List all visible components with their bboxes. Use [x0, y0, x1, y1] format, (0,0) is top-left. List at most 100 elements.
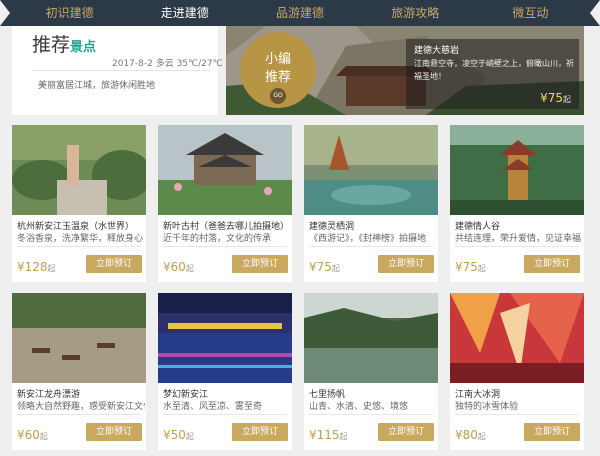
night-river-image [158, 293, 292, 383]
card-image [304, 293, 438, 383]
ice-cave-image [450, 293, 584, 383]
nav-edge-right [590, 0, 600, 26]
recommend-card: 推荐景点 2017-8-2 多云 35℃/27℃ 美丽富居江城，旅游休闲胜地 [12, 26, 223, 115]
card-desc: 独特的冰雪体验 [455, 402, 519, 412]
price-value: 75 [462, 260, 478, 274]
card-price: ¥80起 [455, 428, 486, 442]
card-desc: 水至清、风至凉、雾至奇 [163, 402, 263, 412]
card-desc: 《西游记》，《封神榜》拍摄地 [309, 234, 427, 244]
card-price: ¥75起 [309, 260, 340, 274]
attraction-card[interactable]: 新安江龙舟漂游 领略大自然野趣，感受新安江文化 ¥60起 立即预订 [12, 293, 146, 450]
divider [163, 246, 287, 247]
book-now-button[interactable]: 立即预订 [378, 423, 434, 441]
river-rafting-image [12, 293, 146, 383]
nav-item-intro[interactable]: 初识建德 [12, 0, 127, 26]
attraction-card[interactable]: 梦幻新安江 水至清、风至凉、雾至奇 ¥50起 立即预订 [158, 293, 292, 450]
price-value: 115 [316, 428, 340, 442]
book-now-button[interactable]: 立即预订 [378, 255, 434, 273]
price-value: 80 [462, 428, 478, 442]
attraction-card[interactable]: 江南大冰洞 独特的冰雪体验 ¥80起 立即预订 [450, 293, 584, 450]
nav-edge-left [0, 0, 10, 26]
featured-banner[interactable]: 小编 推荐 GO 建德大慈岩 江南悬空寺，凌空于峭壁之上，俯瞰山川，祈福圣地！ … [226, 26, 584, 115]
book-now-button[interactable]: 立即预订 [232, 423, 288, 441]
main-nav: 初识建德 走进建德 品游建德 旅游攻略 微互动 [0, 0, 600, 26]
card-desc: 共结连理，荣升爱情，见证幸福 [455, 234, 582, 244]
price-value: 50 [170, 428, 186, 442]
attraction-card[interactable]: 七里扬帆 山青、水清、史悠、境悠 ¥115起 立即预订 [304, 293, 438, 450]
price-unit: 起 [477, 432, 486, 441]
lovers-valley-image [450, 125, 584, 215]
nav-item-interact[interactable]: 微互动 [473, 0, 588, 26]
attraction-card[interactable]: 建德情人谷 共结连理，荣升爱情，见证幸福 ¥75起 立即预订 [450, 125, 584, 282]
price-symbol: ¥ [455, 428, 463, 442]
card-desc: 领略大自然野趣，感受新安江文化 [17, 402, 145, 412]
divider [32, 70, 210, 71]
card-price: ¥60起 [163, 260, 194, 274]
recommend-desc: 美丽富居江城，旅游休闲胜地 [38, 81, 156, 91]
book-now-button[interactable]: 立即预订 [524, 255, 580, 273]
price-unit: 起 [39, 432, 48, 441]
badge-line-2: 推荐 [264, 70, 291, 85]
recommend-title: 推荐景点 [32, 30, 96, 57]
price-symbol: ¥ [163, 260, 171, 274]
featured-desc: 江南悬空寺，凌空于峭壁之上，俯瞰山川，祈福圣地！ [414, 59, 574, 81]
nav-item-guide[interactable]: 旅游攻略 [358, 0, 473, 26]
divider [309, 246, 433, 247]
attraction-card[interactable]: 新叶古村（爸爸去哪儿拍摄地） 近千年的村落，文化的传承 ¥60起 立即预订 [158, 125, 292, 282]
card-image [158, 293, 292, 383]
price-value: 60 [170, 260, 186, 274]
card-price: ¥115起 [309, 428, 348, 442]
price-symbol: ¥ [309, 428, 317, 442]
price-unit: 起 [563, 95, 571, 104]
book-now-button[interactable]: 立即预订 [232, 255, 288, 273]
card-image [450, 293, 584, 383]
divider [17, 246, 141, 247]
price-unit: 起 [185, 432, 194, 441]
card-image [158, 125, 292, 215]
divider [309, 414, 433, 415]
divider [17, 414, 141, 415]
price-symbol: ¥ [17, 428, 25, 442]
book-now-button[interactable]: 立即预订 [86, 255, 142, 273]
price-unit: 起 [185, 264, 194, 273]
price-unit: 起 [331, 264, 340, 273]
recommend-title-text: 推荐 [32, 34, 71, 56]
featured-name: 建德大慈岩 [414, 46, 460, 56]
price-value: 75 [316, 260, 332, 274]
card-image [12, 125, 146, 215]
qili-sail-image [304, 293, 438, 383]
editor-pick-badge[interactable]: 小编 推荐 GO [240, 32, 316, 108]
attraction-card[interactable]: 杭州新安江玉温泉（水世界） 冬浴香泉，洗净繁华，释放身心 ¥128起 立即预订 [12, 125, 146, 282]
nav-item-tour[interactable]: 品游建德 [242, 0, 357, 26]
nav-item-explore[interactable]: 走进建德 [127, 0, 242, 26]
book-now-button[interactable]: 立即预订 [524, 423, 580, 441]
card-price: ¥60起 [17, 428, 48, 442]
card-image [304, 125, 438, 215]
card-price: ¥128起 [17, 260, 56, 274]
price-value: 128 [24, 260, 48, 274]
card-image [12, 293, 146, 383]
divider [455, 414, 579, 415]
card-desc: 近千年的村落，文化的传承 [163, 234, 272, 244]
price-value: 60 [24, 428, 40, 442]
cave-lake-image [304, 125, 438, 215]
card-price: ¥50起 [163, 428, 194, 442]
price-value: 75 [547, 91, 563, 105]
attraction-card[interactable]: 建德灵栖洞 《西游记》，《封神榜》拍摄地 ¥75起 立即预订 [304, 125, 438, 282]
featured-price: ¥75起 [540, 91, 571, 105]
go-button[interactable]: GO [270, 88, 286, 104]
card-image [450, 125, 584, 215]
page: 初识建德 走进建德 品游建德 旅游攻略 微互动 推荐景点 2017-8-2 多云… [0, 0, 600, 456]
weather-date: 2017-8-2 多云 35℃/27℃ [112, 59, 223, 69]
card-desc: 山青、水清、史悠、境悠 [309, 402, 409, 412]
price-symbol: ¥ [455, 260, 463, 274]
divider [163, 414, 287, 415]
ancient-village-image [158, 125, 292, 215]
book-now-button[interactable]: 立即预订 [86, 423, 142, 441]
divider [455, 246, 579, 247]
card-price: ¥75起 [455, 260, 486, 274]
price-unit: 起 [47, 264, 56, 273]
price-symbol: ¥ [163, 428, 171, 442]
recommend-title-accent: 景点 [70, 40, 97, 55]
card-desc: 冬浴香泉，洗净繁华，释放身心 [17, 234, 144, 244]
